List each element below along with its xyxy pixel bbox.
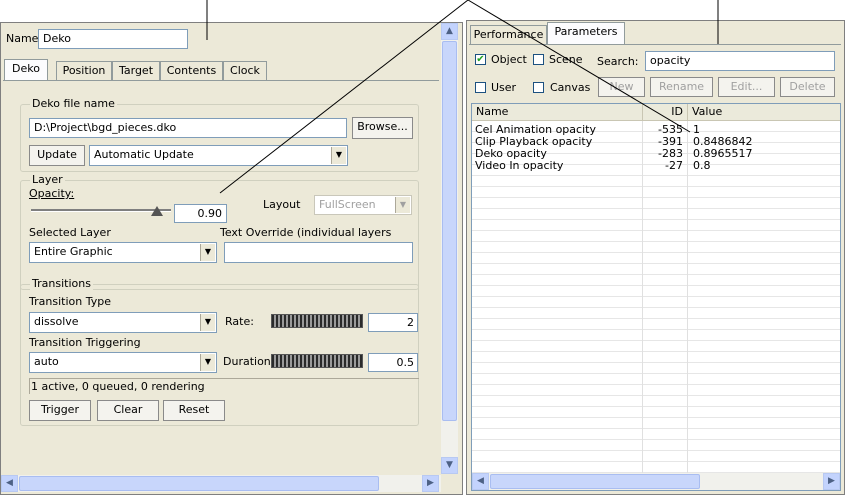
right-horizontal-scroll-thumb[interactable] (490, 474, 700, 489)
rename-button[interactable]: Rename (650, 77, 713, 97)
deko-panel: Name: Deko Deko Position Target Contents… (0, 22, 463, 495)
selected-layer-select[interactable]: Entire Graphic ▼ (29, 242, 217, 263)
chevron-down-icon[interactable]: ▼ (395, 197, 410, 213)
duration-meter[interactable] (271, 354, 363, 368)
tab-target[interactable]: Target (112, 61, 160, 81)
transition-type-value: dissolve (34, 315, 79, 328)
update-mode-select[interactable]: Automatic Update ▼ (89, 145, 348, 166)
tab-performance[interactable]: Performance (470, 25, 547, 45)
search-label: Search: (597, 55, 639, 68)
transition-triggering-select[interactable]: auto ▼ (29, 352, 217, 373)
chevron-down-icon[interactable]: ▼ (200, 354, 215, 371)
layout-label: Layout (263, 198, 301, 211)
column-divider (642, 121, 643, 473)
browse-button[interactable]: Browse... (352, 117, 413, 139)
layout-select[interactable]: FullScreen ▼ (314, 195, 412, 215)
left-horizontal-scroll-thumb[interactable] (19, 476, 379, 491)
parameters-panel: Performance Parameters ✔ Object Scene Se… (466, 20, 845, 495)
transition-type-select[interactable]: dissolve ▼ (29, 312, 217, 333)
selected-layer-value: Entire Graphic (34, 245, 113, 258)
chevron-down-icon[interactable]: ▼ (200, 314, 215, 331)
reset-button[interactable]: Reset (163, 400, 225, 421)
update-button[interactable]: Update (29, 145, 85, 166)
scroll-right-icon[interactable]: ▶ (422, 475, 439, 492)
object-label: Object (491, 53, 527, 66)
name-field[interactable]: Deko (38, 29, 188, 49)
opacity-slider-thumb[interactable] (151, 206, 163, 216)
left-vertical-scrollbar[interactable]: ▲ ▼ (441, 23, 458, 474)
selected-layer-label: Selected Layer (29, 226, 111, 239)
user-checkbox[interactable] (475, 82, 486, 93)
rate-meter[interactable] (271, 314, 363, 328)
trigger-button[interactable]: Trigger (29, 400, 91, 421)
column-header-value[interactable]: Value (688, 104, 840, 121)
layer-legend: Layer (30, 173, 65, 186)
scroll-down-icon[interactable]: ▼ (441, 457, 458, 474)
search-input[interactable]: opacity (645, 51, 835, 71)
column-divider (687, 121, 688, 473)
tab-deko[interactable]: Deko (4, 59, 48, 81)
opacity-slider[interactable] (31, 204, 171, 218)
opacity-value: 0.90 (197, 207, 223, 220)
rate-label: Rate: (225, 315, 254, 328)
rate-value: 2 (407, 316, 414, 329)
row-name: Video In opacity (475, 159, 564, 172)
transitions-legend: Transitions (30, 277, 93, 290)
clear-button[interactable]: Clear (97, 400, 159, 421)
right-tab-page-border (469, 44, 841, 45)
transition-triggering-label: Transition Triggering (29, 336, 141, 349)
checkmark-icon: ✔ (476, 54, 485, 65)
duration-value: 0.5 (396, 356, 415, 369)
transition-status-text: 1 active, 0 queued, 0 rendering (31, 380, 205, 393)
column-header-id[interactable]: ID (643, 104, 688, 121)
tab-clock[interactable]: Clock (223, 61, 267, 81)
object-checkbox[interactable]: ✔ (475, 54, 486, 65)
scroll-up-icon[interactable]: ▲ (441, 23, 458, 40)
opacity-label: Opacity: (29, 187, 75, 200)
transition-status-bar: 1 active, 0 queued, 0 rendering (29, 378, 419, 394)
tab-contents[interactable]: Contents (160, 61, 223, 81)
scene-label: Scene (549, 53, 583, 66)
new-button[interactable]: New (598, 77, 645, 97)
opacity-value-input[interactable]: 0.90 (174, 204, 227, 223)
left-vertical-scroll-thumb[interactable] (442, 41, 457, 421)
tab-position[interactable]: Position (56, 61, 112, 81)
chevron-down-icon[interactable]: ▼ (331, 147, 346, 164)
scroll-left-icon[interactable]: ◀ (1, 475, 18, 492)
edit-button[interactable]: Edit... (718, 77, 775, 97)
row-value: 0.8 (693, 159, 711, 172)
user-label: User (491, 81, 517, 94)
rate-input[interactable]: 2 (368, 313, 418, 332)
name-label: Name: (6, 32, 43, 45)
table-gridlines (472, 121, 840, 473)
column-header-name[interactable]: Name (472, 104, 643, 121)
deko-file-path-input[interactable]: D:\Project\bgd_pieces.dko (29, 118, 347, 138)
text-override-input[interactable] (224, 242, 413, 263)
chevron-down-icon[interactable]: ▼ (200, 244, 215, 261)
tab-page-border (3, 80, 439, 81)
opacity-slider-track (31, 209, 171, 212)
layout-value: FullScreen (319, 198, 376, 211)
left-horizontal-scrollbar[interactable]: ◀ ▶ (1, 475, 441, 492)
update-mode-value: Automatic Update (94, 148, 194, 161)
row-id: -27 (665, 159, 683, 172)
text-override-label: Text Override (individual layers (220, 226, 392, 239)
scroll-left-icon[interactable]: ◀ (472, 473, 489, 490)
parameters-table: Name ID Value Cel Animation opacity -535… (471, 103, 841, 491)
right-horizontal-scrollbar[interactable]: ◀ ▶ (472, 473, 840, 490)
scroll-right-icon[interactable]: ▶ (823, 473, 840, 490)
transition-type-label: Transition Type (29, 295, 111, 308)
canvas-checkbox[interactable] (533, 82, 544, 93)
tab-parameters[interactable]: Parameters (547, 22, 625, 44)
duration-input[interactable]: 0.5 (368, 353, 418, 372)
delete-button[interactable]: Delete (780, 77, 835, 97)
canvas-label: Canvas (550, 81, 591, 94)
duration-label: Duration: (223, 355, 275, 368)
scene-checkbox[interactable] (533, 54, 544, 65)
transition-triggering-value: auto (34, 355, 59, 368)
deko-file-legend: Deko file name (30, 97, 117, 110)
